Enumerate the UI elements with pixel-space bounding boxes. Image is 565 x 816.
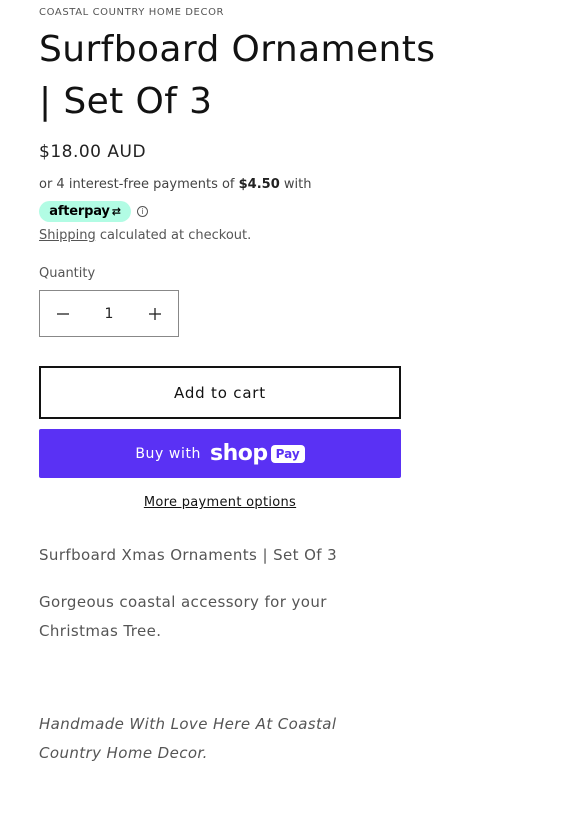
product-price: $18.00 AUD xyxy=(39,142,147,162)
description-line-1: Surfboard Xmas Ornaments | Set Of 3 xyxy=(39,546,338,564)
afterpay-installments: or 4 interest-free payments of $4.50 wit… xyxy=(39,177,311,192)
description-line-2: Gorgeous coastal accessory for your Chri… xyxy=(39,593,327,640)
quantity-stepper xyxy=(39,290,179,337)
vendor-name: COASTAL COUNTRY HOME DECOR xyxy=(39,7,225,18)
info-icon[interactable]: i xyxy=(137,206,148,217)
buy-with-label: Buy with xyxy=(135,445,202,462)
afterpay-logo: afterpay ⇄ xyxy=(39,201,131,222)
decrease-quantity-button[interactable] xyxy=(40,291,86,336)
afterpay-logo-text: afterpay xyxy=(49,204,110,219)
minus-icon xyxy=(57,312,69,315)
increase-quantity-button[interactable] xyxy=(132,291,178,336)
pay-pill: Pay xyxy=(270,444,305,463)
shop-pay-logo: shop xyxy=(210,441,268,466)
buy-with-shop-pay-button[interactable]: Buy with shop Pay xyxy=(39,429,401,478)
installments-prefix: or 4 interest-free payments of xyxy=(39,177,239,192)
shipping-note-text: calculated at checkout. xyxy=(95,228,252,243)
shipping-link[interactable]: Shipping xyxy=(39,228,96,243)
quantity-label: Quantity xyxy=(39,266,96,281)
quantity-input[interactable] xyxy=(86,305,132,322)
installments-suffix: with xyxy=(279,177,312,192)
plus-icon xyxy=(149,307,161,320)
add-to-cart-button[interactable]: Add to cart xyxy=(39,366,401,419)
description-line-3: Handmade With Love Here At Coastal Count… xyxy=(39,715,337,762)
shipping-note: Shipping calculated at checkout. xyxy=(39,228,251,243)
installment-amount: $4.50 xyxy=(238,177,280,192)
more-payment-options-link[interactable]: More payment options xyxy=(39,495,401,510)
afterpay-row: afterpay ⇄ i xyxy=(39,201,148,222)
afterpay-arrows-icon: ⇄ xyxy=(111,205,121,218)
product-title: Surfboard Ornaments | Set Of 3 xyxy=(39,29,436,122)
